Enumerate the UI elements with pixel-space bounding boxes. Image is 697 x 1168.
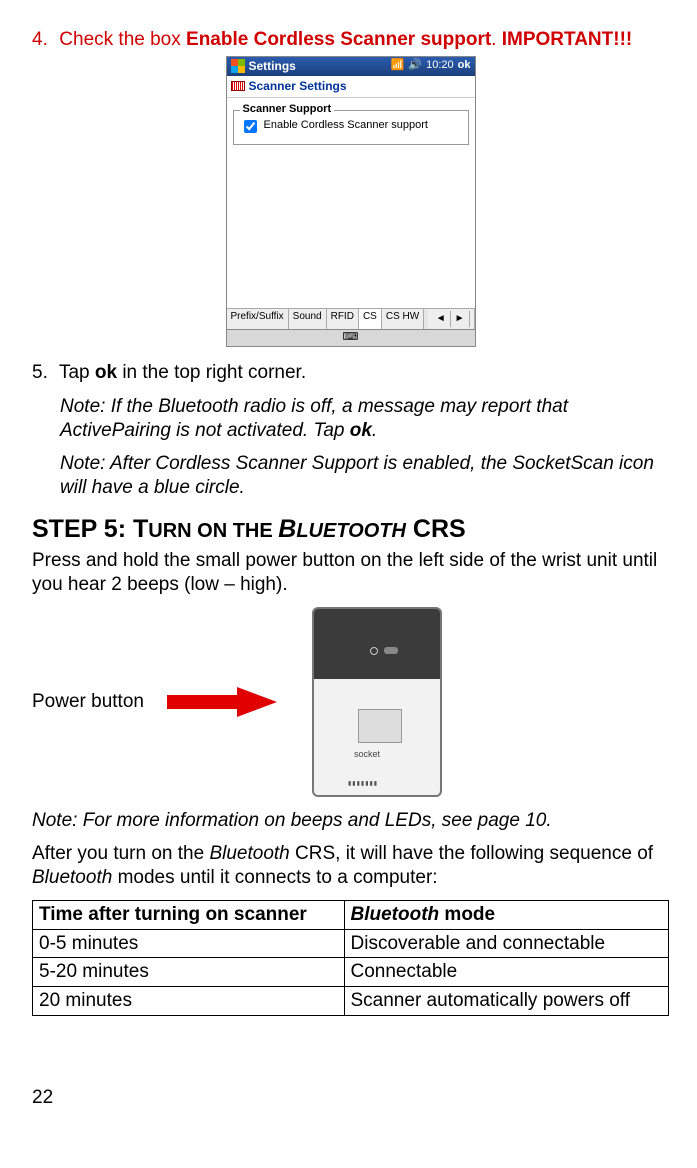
group-legend: Scanner Support xyxy=(240,103,335,117)
th-mode: Bluetooth mode xyxy=(344,900,669,929)
keyboard-bar[interactable]: ⌨ xyxy=(227,329,475,346)
step5-text-a: Tap xyxy=(59,362,95,383)
settings-panel: Scanner Support Enable Cordless Scanner … xyxy=(227,98,475,308)
note-beeps-leds: Note: For more information on beeps and … xyxy=(32,809,669,833)
p2bt2: Bluetooth xyxy=(32,867,112,888)
note1-ok: ok xyxy=(350,420,372,441)
p2bt: Bluetooth xyxy=(209,843,289,864)
titlebar-right: 📶 🔊 10:20 ok xyxy=(391,59,471,73)
window-titlebar: Settings 📶 🔊 10:20 ok xyxy=(227,57,475,76)
note1-a: Note: If the Bluetooth radio is off, a m… xyxy=(60,396,568,441)
note1-b: . xyxy=(372,420,377,441)
titlebar-ok[interactable]: ok xyxy=(458,59,471,73)
device-row: Power button socket ▮▮▮▮▮▮▮ xyxy=(32,607,669,797)
scanner-settings-header: Scanner Settings xyxy=(227,76,475,98)
windows-logo-icon xyxy=(231,59,245,73)
note-bluecircle: Note: After Cordless Scanner Support is … xyxy=(60,452,669,500)
cell-time: 20 minutes xyxy=(33,987,345,1016)
page-number: 22 xyxy=(32,1086,669,1110)
step5-heading: STEP 5: TURN ON THE BLUETOOTH CRS xyxy=(32,514,669,545)
signal-icon: 📶 xyxy=(391,59,405,73)
scanner-device-illustration: socket ▮▮▮▮▮▮▮ xyxy=(312,607,442,797)
p2c: modes until it connects to a computer: xyxy=(112,867,437,888)
cell-mode: Scanner automatically powers off xyxy=(344,987,669,1016)
tab-left-arrow-icon[interactable]: ◄ xyxy=(432,311,451,328)
tab-prefix-suffix[interactable]: Prefix/Suffix xyxy=(227,309,289,330)
power-button-label: Power button xyxy=(32,690,162,714)
tab-cs[interactable]: CS xyxy=(359,309,382,330)
red-arrow-icon xyxy=(162,687,282,717)
tab-rfid[interactable]: RFID xyxy=(327,309,359,330)
step4-post: . xyxy=(491,29,502,50)
device-brand: socket xyxy=(354,749,380,760)
step4-pre: Check the box xyxy=(59,29,186,50)
cell-time: 0-5 minutes xyxy=(33,929,345,958)
enable-cordless-checkbox-row[interactable]: Enable Cordless Scanner support xyxy=(240,117,462,136)
step4-bold: Enable Cordless Scanner support xyxy=(186,29,491,50)
step4-important: IMPORTANT!!! xyxy=(502,29,633,50)
step5-text-b: in the top right corner. xyxy=(117,362,306,383)
head-d: LUETOOTH xyxy=(296,520,406,542)
volume-icon: 🔊 xyxy=(408,59,422,73)
th-mode-r: mode xyxy=(439,904,495,925)
cell-mode: Connectable xyxy=(344,958,669,987)
p2b: CRS, it will have the following sequence… xyxy=(290,843,653,864)
tabs-row: Prefix/Suffix Sound RFID CS CS HW ◄ ► xyxy=(227,308,475,330)
enable-cordless-checkbox[interactable] xyxy=(244,120,257,133)
scanner-settings-label: Scanner Settings xyxy=(249,79,347,94)
scanner-support-group: Scanner Support Enable Cordless Scanner … xyxy=(233,110,469,145)
para-bt-sequence: After you turn on the Bluetooth CRS, it … xyxy=(32,842,669,890)
step4-line: 4. Check the box Enable Cordless Scanner… xyxy=(32,28,669,52)
step5-num: 5. xyxy=(32,361,54,385)
table-row: 20 minutes Scanner automatically powers … xyxy=(33,987,669,1016)
bluetooth-mode-table: Time after turning on scanner Bluetooth … xyxy=(32,900,669,1016)
table-row: 5-20 minutes Connectable xyxy=(33,958,669,987)
head-a: STEP 5: T xyxy=(32,515,148,543)
head-b: URN ON THE xyxy=(148,520,278,542)
step4-num: 4. xyxy=(32,28,54,52)
p2a: After you turn on the xyxy=(32,843,209,864)
cell-time: 5-20 minutes xyxy=(33,958,345,987)
enable-cordless-label: Enable Cordless Scanner support xyxy=(264,119,428,133)
tab-cs-hw[interactable]: CS HW xyxy=(382,309,424,330)
head-c: B xyxy=(278,515,296,543)
settings-window: Settings 📶 🔊 10:20 ok Scanner Settings S… xyxy=(226,56,476,347)
th-mode-i: Bluetooth xyxy=(351,904,440,925)
barcode-icon xyxy=(231,81,245,91)
para-power-instr: Press and hold the small power button on… xyxy=(32,549,669,597)
cell-mode: Discoverable and connectable xyxy=(344,929,669,958)
step5-ok: ok xyxy=(95,362,117,383)
table-row: 0-5 minutes Discoverable and connectable xyxy=(33,929,669,958)
step5-line: 5. Tap ok in the top right corner. xyxy=(32,361,669,385)
screenshot-container: Settings 📶 🔊 10:20 ok Scanner Settings S… xyxy=(32,56,669,347)
titlebar-title: Settings xyxy=(249,59,391,74)
head-e: CRS xyxy=(406,515,466,543)
titlebar-time: 10:20 xyxy=(426,59,454,73)
tab-right-arrow-icon[interactable]: ► xyxy=(451,311,470,328)
note-activepairing: Note: If the Bluetooth radio is off, a m… xyxy=(60,395,669,443)
tab-sound[interactable]: Sound xyxy=(289,309,327,330)
table-header-row: Time after turning on scanner Bluetooth … xyxy=(33,900,669,929)
th-time: Time after turning on scanner xyxy=(33,900,345,929)
